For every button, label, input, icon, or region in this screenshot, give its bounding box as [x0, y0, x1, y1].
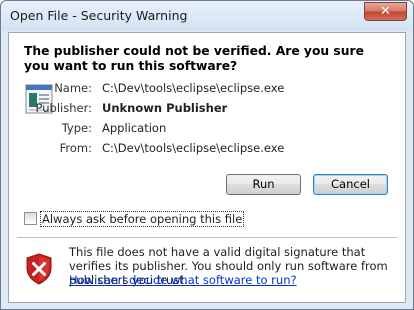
close-button[interactable]: ✕ [364, 2, 407, 21]
headline: The publisher could not be verified. Are… [24, 44, 364, 73]
always-ask-label[interactable]: Always ask before opening this file [40, 211, 245, 227]
always-ask-checkbox[interactable] [24, 212, 37, 225]
help-link[interactable]: How can I decide what software to run? [69, 273, 297, 287]
cancel-button[interactable]: Cancel [313, 174, 388, 195]
close-icon: ✕ [380, 4, 391, 19]
from-label: From: [59, 141, 92, 155]
divider [17, 237, 397, 238]
title-bar[interactable]: Open File - Security Warning ✕ [1, 1, 413, 31]
dialog-body: The publisher could not be verified. Are… [8, 32, 406, 303]
from-value: C:\Dev\tools\eclipse\eclipse.exe [102, 141, 285, 155]
type-label: Type: [61, 121, 92, 135]
window-title: Open File - Security Warning [10, 8, 188, 23]
publisher-label: Publisher: [35, 101, 92, 115]
publisher-value: Unknown Publisher [102, 101, 228, 115]
run-button[interactable]: Run [226, 174, 301, 195]
name-label: Name: [54, 81, 92, 95]
type-value: Application [102, 121, 167, 135]
name-value: C:\Dev\tools\eclipse\eclipse.exe [102, 81, 285, 95]
security-warning-dialog: Open File - Security Warning ✕ The publi… [0, 0, 414, 310]
shield-error-icon [25, 253, 53, 288]
